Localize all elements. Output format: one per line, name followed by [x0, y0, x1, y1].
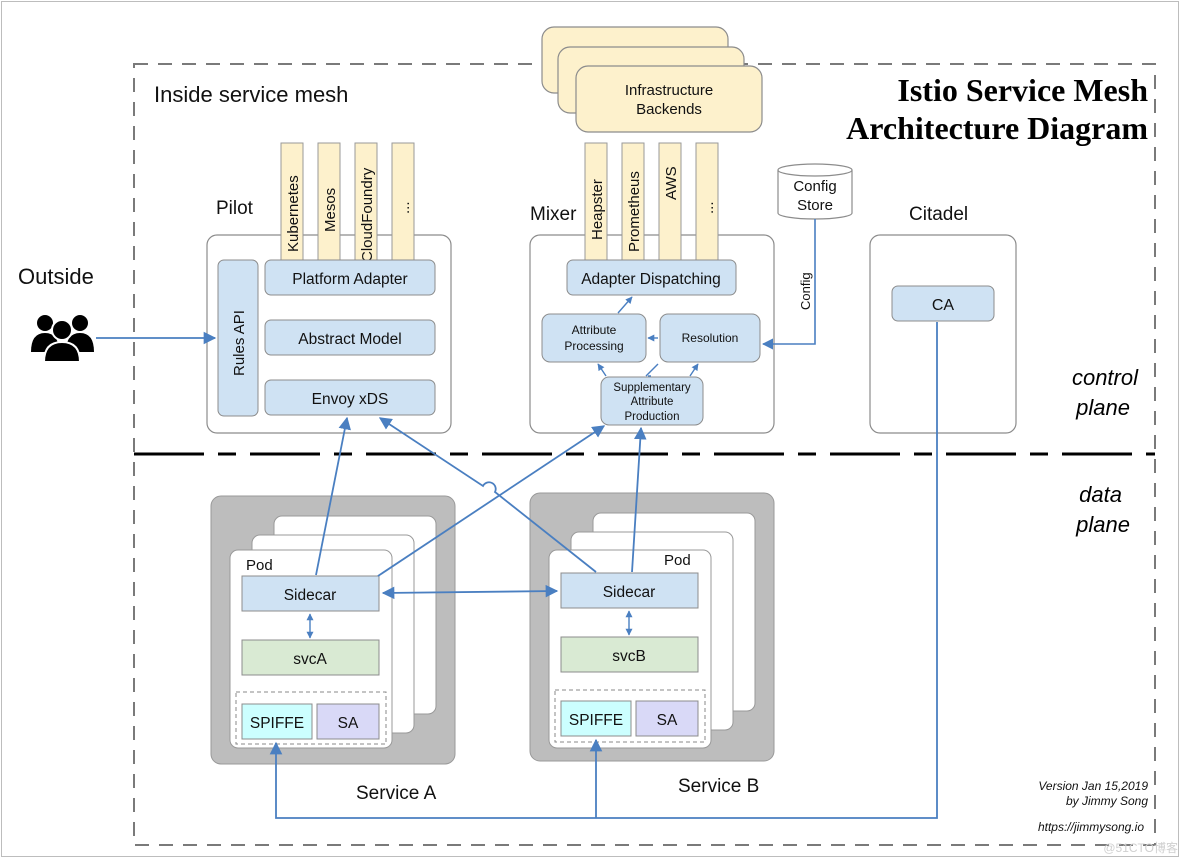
platform-kubernetes: Kubernetes: [285, 175, 302, 252]
sidecar-b-label: Sidecar: [603, 584, 656, 601]
diagram-title-line1: Istio Service Mesh: [897, 72, 1148, 108]
control-plane-label-line2: plane: [1075, 395, 1130, 420]
platform-adapter-label: Platform Adapter: [292, 271, 407, 288]
users-icon: [31, 315, 94, 363]
attribute-processing-line2: Processing: [564, 339, 623, 353]
data-plane-label-line1: data: [1079, 482, 1122, 507]
url-text: https://jimmysong.io: [1038, 820, 1144, 834]
backend-more: ...: [700, 201, 717, 214]
service-a-label: Service A: [356, 783, 437, 804]
data-plane-label-line2: plane: [1075, 512, 1130, 537]
ca-label: CA: [932, 297, 955, 314]
rules-api-label: Rules API: [231, 310, 248, 376]
platform-mesos: Mesos: [322, 188, 339, 232]
config-edge-label: Config: [798, 272, 813, 310]
sa-b-label: SA: [657, 712, 678, 729]
mixer-label: Mixer: [530, 204, 577, 225]
config-store-line1: Config: [793, 178, 836, 195]
attribute-processing-box: [541, 313, 647, 363]
abstract-model-label: Abstract Model: [298, 331, 401, 348]
infrastructure-label-line1: Infrastructure: [625, 82, 713, 99]
sidecar-a-label: Sidecar: [284, 587, 337, 604]
architecture-diagram: Infrastructure Backends Istio Service Me…: [18, 26, 1178, 855]
backend-heapster: Heapster: [589, 179, 606, 240]
watermark: @51CTO博客: [1103, 840, 1178, 855]
backend-aws: AWS: [663, 166, 680, 200]
version-text: Version Jan 15,2019: [1038, 779, 1148, 793]
config-store-line2: Store: [797, 197, 833, 214]
sa-a-label: SA: [338, 715, 359, 732]
resolution-label: Resolution: [682, 331, 739, 345]
platform-cloudfoundry: CloudFoundry: [359, 167, 376, 262]
infrastructure-label-line2: Backends: [636, 101, 702, 118]
envoy-xds-label: Envoy xDS: [312, 391, 389, 408]
service-b-label: Service B: [678, 776, 759, 797]
outside-label: Outside: [18, 264, 94, 289]
backend-prometheus: Prometheus: [626, 171, 643, 252]
spiffe-b-label: SPIFFE: [569, 712, 623, 729]
spiffe-a-label: SPIFFE: [250, 715, 304, 732]
inside-mesh-label: Inside service mesh: [154, 82, 348, 107]
control-plane-label-line1: control: [1072, 365, 1139, 390]
supplementary-line3: Production: [625, 411, 680, 423]
attribute-processing-line1: Attribute: [572, 323, 617, 337]
config-store: Config Store: [777, 163, 853, 220]
adapter-dispatching-label: Adapter Dispatching: [581, 271, 721, 288]
author-text: by Jimmy Song: [1066, 794, 1148, 808]
supplementary-line2: Attribute: [631, 396, 674, 408]
infrastructure-backends: Infrastructure Backends: [541, 26, 763, 133]
svc-b-label: svcB: [612, 648, 646, 665]
svc-a-label: svcA: [293, 651, 327, 668]
supplementary-line1: Supplementary: [613, 382, 691, 394]
diagram-title-line2: Architecture Diagram: [846, 110, 1148, 146]
citadel-container: [869, 234, 1017, 434]
pod-a-label: Pod: [246, 557, 273, 574]
platform-more: ...: [396, 201, 413, 214]
citadel-label: Citadel: [909, 204, 968, 225]
pilot-label: Pilot: [216, 198, 254, 219]
pod-b-label: Pod: [664, 552, 691, 569]
